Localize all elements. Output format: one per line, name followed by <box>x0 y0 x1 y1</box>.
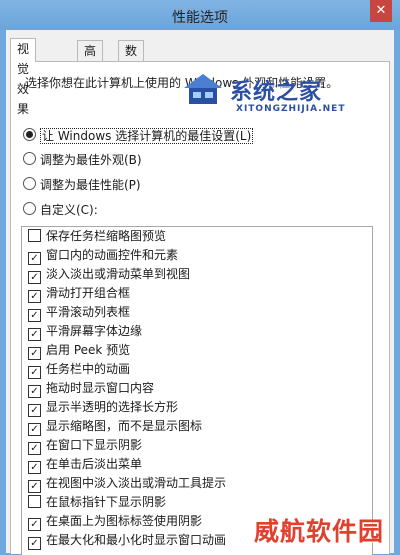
effect-label: 在单击后淡出菜单 <box>46 457 143 471</box>
checkbox-checked-icon[interactable]: ✓ <box>28 271 41 284</box>
effect-option[interactable]: ✓ 在视图中淡入淡出或滑动工具提示 <box>22 474 372 493</box>
effect-option[interactable]: ✓ 显示半透明的选择长方形 <box>22 398 372 417</box>
radio-label: 自定义(C): <box>40 203 98 217</box>
effect-option[interactable]: ✓ 滑动打开组合框 <box>22 284 372 303</box>
tab-data-execution-prevention[interactable]: 数据执行保护 <box>118 40 145 158</box>
checkbox-checked-icon[interactable]: ✓ <box>28 480 41 493</box>
effect-label: 在窗口下显示阴影 <box>46 438 143 452</box>
xitongzhijia-watermark: 系统之家 XITONGZHIJIA.NET <box>180 68 380 124</box>
checkbox-checked-icon[interactable]: ✓ <box>28 347 41 360</box>
checkbox-checked-icon[interactable]: ✓ <box>28 442 41 455</box>
radio-indicator <box>23 152 36 165</box>
effect-label: 滑动打开组合框 <box>46 286 131 300</box>
effect-option[interactable]: 保存任务栏缩略图预览 <box>22 227 372 246</box>
radio-best-performance[interactable]: 调整为最佳性能(P) <box>23 177 141 193</box>
tab-visual-effects[interactable]: 视觉效果 <box>10 38 37 116</box>
effect-option[interactable]: ✓ 平滑滚动列表框 <box>22 303 372 322</box>
radio-best-appearance[interactable]: 调整为最佳外观(B) <box>23 152 142 168</box>
checkbox-checked-icon[interactable]: ✓ <box>28 518 41 531</box>
effect-option[interactable]: ✓ 显示缩略图，而不是显示图标 <box>22 417 372 436</box>
watermark-site-domain: XITONGZHIJIA.NET <box>236 104 346 114</box>
checkbox-checked-icon[interactable]: ✓ <box>28 366 41 379</box>
weihang-watermark: 威航软件园 <box>254 517 385 546</box>
checkbox-checked-icon[interactable]: ✓ <box>28 537 41 550</box>
radio-indicator <box>23 128 36 141</box>
effect-label: 窗口内的动画控件和元素 <box>46 248 179 262</box>
effect-option[interactable]: 在鼠标指针下显示阴影 <box>22 493 372 512</box>
checkbox-checked-icon[interactable]: ✓ <box>28 309 41 322</box>
radio-indicator <box>23 177 36 190</box>
radio-label: 调整为最佳性能(P) <box>40 178 141 192</box>
effect-label: 在桌面上为图标标签使用阴影 <box>46 514 203 528</box>
checkbox-unchecked-icon[interactable] <box>28 495 41 508</box>
effect-label: 淡入淡出或滑动菜单到视图 <box>46 267 191 281</box>
effect-label: 启用 Peek 预览 <box>46 343 131 357</box>
checkbox-checked-icon[interactable]: ✓ <box>28 385 41 398</box>
effect-label: 在视图中淡入淡出或滑动工具提示 <box>46 476 227 490</box>
title-bar: 性能选项 ✕ <box>0 0 400 30</box>
effect-label: 在鼠标指针下显示阴影 <box>46 495 167 509</box>
effect-label: 在最大化和最小化时显示窗口动画 <box>46 533 227 547</box>
visual-effects-list[interactable]: 保存任务栏缩略图预览 ✓ 窗口内的动画控件和元素 ✓ 淡入淡出或滑动菜单到视图 ✓ 滑动打开… <box>21 226 373 555</box>
checkbox-checked-icon[interactable]: ✓ <box>28 404 41 417</box>
effect-option[interactable]: ✓ 窗口内的动画控件和元素 <box>22 246 372 265</box>
close-button[interactable]: ✕ <box>370 0 392 22</box>
house-logo-icon <box>184 74 222 104</box>
effect-label: 显示半透明的选择长方形 <box>46 400 179 414</box>
effect-option[interactable]: ✓ 启用 Peek 预览 <box>22 341 372 360</box>
effect-label: 平滑滚动列表框 <box>46 305 131 319</box>
effect-option[interactable]: ✓ 平滑屏幕字体边缘 <box>22 322 372 341</box>
radio-indicator <box>23 202 36 215</box>
effect-label: 保存任务栏缩略图预览 <box>46 229 167 243</box>
effect-option[interactable]: ✓ 任务栏中的动画 <box>22 360 372 379</box>
effect-option[interactable]: ✓ 拖动时显示窗口内容 <box>22 379 372 398</box>
effect-option[interactable]: ✓ 在单击后淡出菜单 <box>22 455 372 474</box>
checkbox-checked-icon[interactable]: ✓ <box>28 461 41 474</box>
checkbox-checked-icon[interactable]: ✓ <box>28 252 41 265</box>
effect-label: 拖动时显示窗口内容 <box>46 381 155 395</box>
effect-label: 任务栏中的动画 <box>46 362 131 376</box>
checkbox-checked-icon[interactable]: ✓ <box>28 290 41 303</box>
visual-effects-panel: 选择你想在此计算机上使用的 Windows 外观和性能设置。 让 Windows… <box>10 61 390 555</box>
effect-option[interactable]: ✓ 在窗口下显示阴影 <box>22 436 372 455</box>
radio-label: 调整为最佳外观(B) <box>40 153 142 167</box>
effect-option[interactable]: ✓ 淡入淡出或滑动菜单到视图 <box>22 265 372 284</box>
effect-label: 显示缩略图，而不是显示图标 <box>46 419 203 433</box>
watermark-site-name: 系统之家 <box>230 79 323 105</box>
checkbox-checked-icon[interactable]: ✓ <box>28 423 41 436</box>
window-title: 性能选项 <box>172 10 228 26</box>
radio-custom[interactable]: 自定义(C): <box>23 202 98 218</box>
checkbox-checked-icon[interactable]: ✓ <box>28 328 41 341</box>
checkbox-unchecked-icon[interactable] <box>28 229 41 242</box>
effect-label: 平滑屏幕字体边缘 <box>46 324 143 338</box>
radio-let-windows-choose[interactable]: 让 Windows 选择计算机的最佳设置(L) <box>23 128 254 144</box>
radio-label: 让 Windows 选择计算机的最佳设置(L) <box>40 128 254 144</box>
tab-advanced[interactable]: 高级 <box>77 40 104 78</box>
